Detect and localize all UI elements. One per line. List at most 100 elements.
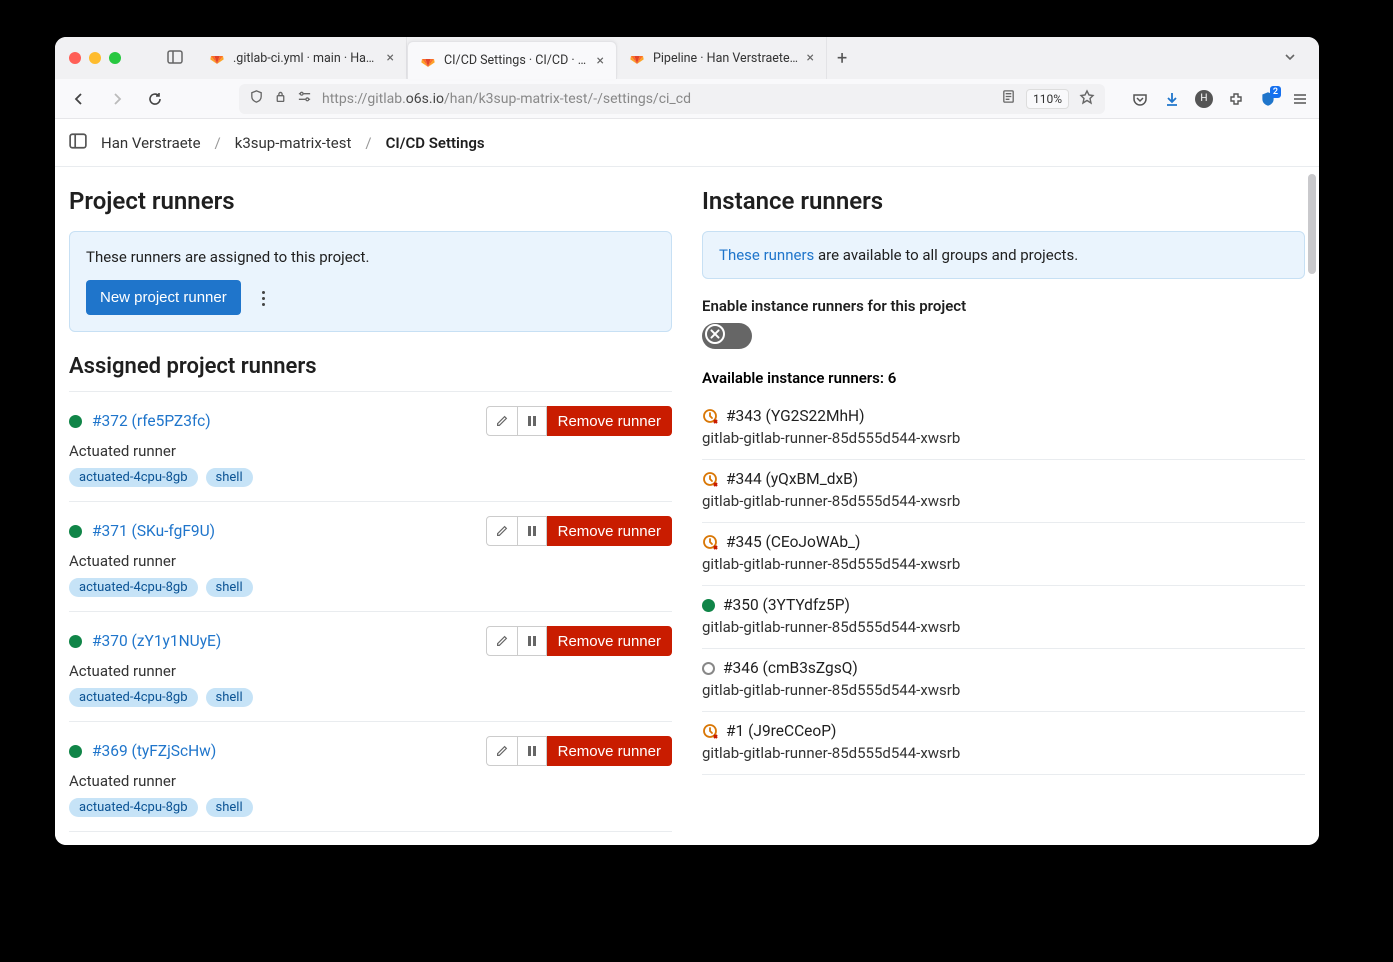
extension-shield-icon[interactable]: 2 [1259, 90, 1277, 108]
close-icon[interactable]: × [807, 50, 814, 66]
breadcrumb: Han Verstraete / k3sup-matrix-test / CI/… [55, 119, 1319, 167]
page-scrollbar[interactable] [1308, 119, 1316, 845]
remove-runner-button[interactable]: Remove runner [547, 736, 672, 766]
status-stale-icon [702, 471, 718, 487]
runner-actions: Remove runner [486, 626, 672, 656]
account-icon[interactable]: H [1195, 90, 1213, 108]
url-bar-row: https://gitlab.o6s.io/han/k3sup-matrix-t… [55, 79, 1319, 119]
instance-runner-id[interactable]: #1 (J9reCCeoP) [726, 722, 836, 740]
browser-tab-0[interactable]: .gitlab-ci.yml · main · Han Verst… × [197, 37, 407, 79]
edit-runner-button[interactable] [486, 406, 518, 436]
pocket-icon[interactable] [1131, 90, 1149, 108]
instance-runner-row: #1 (J9reCCeoP) gitlab-gitlab-runner-85d5… [702, 712, 1305, 775]
browser-tab-1[interactable]: CI/CD Settings · CI/CD · Setting… × [407, 41, 617, 79]
reload-button[interactable] [141, 85, 169, 113]
runner-link[interactable]: #370 (zY1y1NUyE) [92, 632, 221, 650]
extension-badge: 2 [1270, 86, 1281, 98]
runner-link[interactable]: #369 (tyFZjScHw) [92, 742, 216, 760]
instance-runners-heading: Instance runners [702, 187, 1305, 215]
url-bar[interactable]: https://gitlab.o6s.io/han/k3sup-matrix-t… [239, 84, 1105, 114]
runner-tags: actuated-4cpu-8gbshell [69, 468, 672, 487]
remove-runner-button[interactable]: Remove runner [547, 406, 672, 436]
runner-tags: actuated-4cpu-8gbshell [69, 688, 672, 707]
info-text: are available to all groups and projects… [814, 246, 1078, 264]
status-stale-icon [702, 408, 718, 424]
pause-runner-button[interactable] [518, 516, 547, 546]
zoom-level[interactable]: 110% [1026, 89, 1069, 109]
hamburger-icon[interactable] [1291, 90, 1309, 108]
tab-title: .gitlab-ci.yml · main · Han Verst… [233, 51, 379, 66]
edit-runner-button[interactable] [486, 516, 518, 546]
instance-runner-description: gitlab-gitlab-runner-85d555d544-xwsrb [702, 744, 1305, 762]
instance-runner-id[interactable]: #344 (yQxBM_dxB) [726, 470, 858, 488]
instance-runner-row: #346 (cmB3sZgsQ) gitlab-gitlab-runner-85… [702, 649, 1305, 712]
runner-description: Actuated runner [69, 442, 672, 460]
runner-link[interactable]: #372 (rfe5PZ3fc) [92, 412, 211, 430]
instance-runner-row: #344 (yQxBM_dxB) gitlab-gitlab-runner-85… [702, 460, 1305, 523]
pause-runner-button[interactable] [518, 626, 547, 656]
gitlab-icon [629, 50, 645, 66]
downloads-icon[interactable] [1163, 90, 1181, 108]
instance-runner-id[interactable]: #345 (CEoJoWAb_) [726, 533, 860, 551]
new-project-runner-button[interactable]: New project runner [86, 280, 241, 315]
kebab-menu-icon[interactable] [258, 285, 269, 312]
runner-tags: actuated-4cpu-8gbshell [69, 798, 672, 817]
instance-runner-row: #350 (3YTYdfz5P) gitlab-gitlab-runner-85… [702, 586, 1305, 649]
runner-row: #372 (rfe5PZ3fc) Remove runner Actuated … [69, 391, 672, 502]
instance-runner-id[interactable]: #350 (3YTYdfz5P) [723, 596, 850, 614]
back-button[interactable] [65, 85, 93, 113]
remove-runner-button[interactable]: Remove runner [547, 516, 672, 546]
breadcrumb-item-2[interactable]: CI/CD Settings [386, 134, 485, 152]
instance-runners-list: #343 (YG2S22MhH) gitlab-gitlab-runner-85… [702, 397, 1305, 775]
runner-actions: Remove runner [486, 516, 672, 546]
project-runners-heading: Project runners [69, 187, 672, 215]
gitlab-icon [420, 53, 436, 69]
browser-tab-2[interactable]: Pipeline · Han Verstraete / k3su… × [617, 37, 827, 79]
pause-runner-button[interactable] [518, 736, 547, 766]
enable-instance-toggle[interactable] [702, 323, 752, 349]
info-text: These runners are assigned to this proje… [86, 248, 655, 266]
project-runners-column: Project runners These runners are assign… [69, 187, 672, 845]
sidebar-collapse-icon[interactable] [69, 132, 87, 154]
these-runners-link[interactable]: These runners [719, 246, 814, 264]
remove-runner-button[interactable]: Remove runner [547, 626, 672, 656]
instance-runner-description: gitlab-gitlab-runner-85d555d544-xwsrb [702, 618, 1305, 636]
instance-runner-description: gitlab-gitlab-runner-85d555d544-xwsrb [702, 681, 1305, 699]
edit-runner-button[interactable] [486, 736, 518, 766]
instance-runner-row: #343 (YG2S22MhH) gitlab-gitlab-runner-85… [702, 397, 1305, 460]
window-controls [69, 52, 121, 64]
tabs-list-button[interactable] [1283, 49, 1309, 68]
runner-tag: actuated-4cpu-8gb [69, 798, 198, 817]
instance-runner-description: gitlab-gitlab-runner-85d555d544-xwsrb [702, 555, 1305, 573]
reader-icon[interactable] [1001, 89, 1016, 108]
instance-runner-id[interactable]: #343 (YG2S22MhH) [726, 407, 865, 425]
edit-runner-button[interactable] [486, 626, 518, 656]
window-close-button[interactable] [69, 52, 81, 64]
window-maximize-button[interactable] [109, 52, 121, 64]
runner-actions: Remove runner [486, 406, 672, 436]
runner-tag: shell [206, 688, 253, 707]
runner-link[interactable]: #371 (SKu-fgF9U) [92, 522, 215, 540]
forward-button[interactable] [103, 85, 131, 113]
runner-description: Actuated runner [69, 552, 672, 570]
bookmark-icon[interactable] [1079, 89, 1095, 109]
extensions-icon[interactable] [1227, 90, 1245, 108]
close-icon[interactable]: × [387, 50, 394, 66]
breadcrumb-item-0[interactable]: Han Verstraete [101, 134, 201, 152]
runner-row: #369 (tyFZjScHw) Remove runner Actuated … [69, 722, 672, 832]
runner-tag: shell [206, 578, 253, 597]
breadcrumb-item-1[interactable]: k3sup-matrix-test [235, 134, 352, 152]
new-tab-button[interactable]: + [827, 48, 857, 69]
permissions-icon[interactable] [297, 89, 312, 108]
assigned-runners-list: #372 (rfe5PZ3fc) Remove runner Actuated … [69, 391, 672, 832]
lock-icon[interactable] [274, 90, 287, 107]
shield-icon[interactable] [249, 89, 264, 108]
sidebar-toggle-icon[interactable] [167, 49, 183, 68]
runner-description: Actuated runner [69, 772, 672, 790]
status-online-icon [69, 745, 82, 758]
content: Project runners These runners are assign… [55, 167, 1319, 845]
pause-runner-button[interactable] [518, 406, 547, 436]
window-minimize-button[interactable] [89, 52, 101, 64]
close-icon[interactable]: × [597, 53, 604, 69]
instance-runner-id[interactable]: #346 (cmB3sZgsQ) [723, 659, 858, 677]
